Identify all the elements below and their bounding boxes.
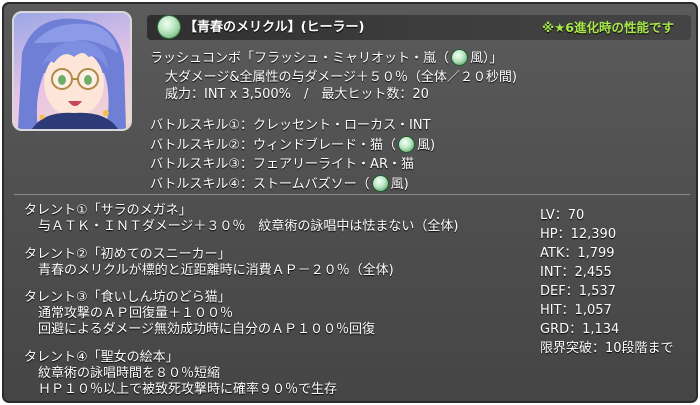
talent-3-line-1: 通常攻撃のＡＰ回復量＋１００％ (38, 306, 234, 321)
character-avatar-image (18, 18, 126, 129)
battle-skill-3: バトルスキル③：フェアリーライト・AR・猫 (150, 156, 414, 173)
battle-skill-2: バトルスキル②：ウィンドブレード・猫（ 風) (150, 136, 435, 154)
talent-3-title: タレント③「食いしん坊のどら猫」 (24, 290, 231, 305)
wind-icon (371, 175, 389, 192)
stat-int: INT：2,455 (540, 265, 612, 280)
rush-combo-line: ラッシュコンボ「フラッシュ・ミャリオット・嵐（ 風）」 (150, 49, 503, 67)
rush-combo-element: 風）」 (470, 51, 503, 66)
character-portrait (12, 11, 132, 131)
rush-combo-effect: 大ダメージ&全属性の与ダメージ＋５０％（全体／２０秒間) (165, 70, 517, 85)
stat-def: DEF：1,537 (540, 284, 616, 299)
stat-limit-break: 限界突破：10段階まで (540, 341, 674, 356)
rush-combo-name: ラッシュコンボ「フラッシュ・ミャリオット・嵐（ (150, 51, 450, 66)
talent-1-title: タレント①「サラのメガネ」 (24, 203, 192, 218)
stat-hp: HP：12,390 (540, 227, 617, 242)
talent-4-line-2: ＨＰ１０％以上で被致死攻撃時に確率９０％で生存 (38, 382, 338, 397)
wind-icon (398, 136, 416, 153)
talent-3-line-2: 回避によるダメージ無効成功時に自分のＡＰ１００％回復 (38, 322, 375, 337)
talent-2-line-1: 青春のメリクルが標的と近距離時に消費ＡＰ－２０％（全体) (38, 263, 394, 278)
rush-combo-power: 威力：INT x 3,500% / 最大ヒット数：20 (165, 87, 429, 102)
character-card: 【青春のメリクル】(ヒーラー) ※★6進化時の性能です ラッシュコンボ「フラッシ… (2, 2, 698, 403)
stat-hit: HIT：1,057 (540, 303, 612, 318)
section-divider (14, 194, 690, 195)
battle-skill-1-label: バトルスキル①：クレッセント・ローカス・INT (150, 118, 431, 133)
talent-1-line-1: 与ＡＴＫ・ＩＮＴダメージ＋３０％ 紋章術の詠唱中は怯まない（全体) (38, 219, 459, 234)
battle-skill-2-label: バトルスキル②：ウィンドブレード・猫（ (150, 138, 397, 153)
wind-element-icon (157, 15, 181, 39)
stat-grd: GRD：1,134 (540, 322, 620, 337)
talent-4-line-1: 紋章術の詠唱時間を８０％短縮 (38, 366, 221, 381)
battle-skill-3-label: バトルスキル③：フェアリーライト・AR・猫 (150, 157, 414, 172)
stat-lv: LV：70 (540, 208, 585, 223)
battle-skill-2-element: 風) (417, 138, 436, 153)
battle-skill-4: バトルスキル④：ストームバズソー（ 風) (150, 175, 409, 193)
talent-2-title: タレント②「初めてのスニーカー」 (24, 247, 231, 262)
evolution-note: ※★6進化時の性能です (541, 20, 674, 35)
character-title: 【青春のメリクル】(ヒーラー) (184, 20, 365, 35)
wind-icon (451, 49, 469, 66)
talent-4-title: タレント④「聖女の絵本」 (24, 350, 179, 365)
battle-skill-4-label: バトルスキル④：ストームバズソー（ (150, 177, 370, 192)
battle-skill-4-element: 風) (390, 177, 409, 192)
stat-atk: ATK：1,799 (540, 246, 615, 261)
battle-skill-1: バトルスキル①：クレッセント・ローカス・INT (150, 117, 431, 134)
